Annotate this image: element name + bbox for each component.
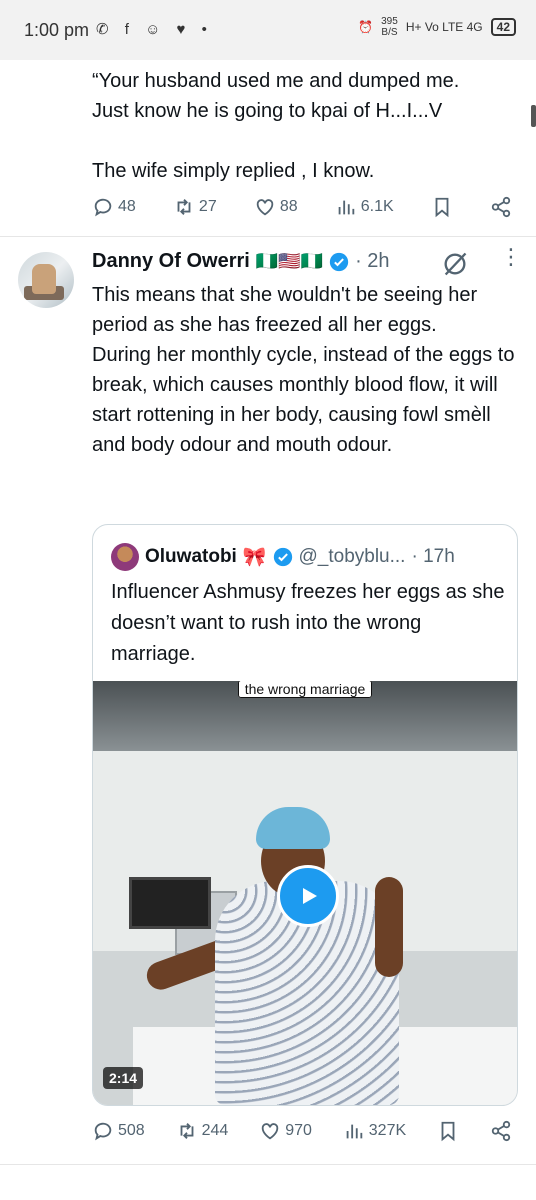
video-duration: 2:14 xyxy=(103,1067,144,1089)
tweet-time[interactable]: · 2h xyxy=(355,250,389,273)
reply-count: 508 xyxy=(118,1122,145,1139)
quoted-tweet[interactable]: Oluwatobi 🎀 @_tobyblu... · 17h Influence… xyxy=(92,524,518,1106)
reply-button[interactable]: 508 xyxy=(92,1120,145,1142)
bookmark-button[interactable] xyxy=(431,196,453,218)
bookmark-icon xyxy=(435,197,449,218)
quoted-author-name[interactable]: Oluwatobi xyxy=(145,546,237,568)
like-button[interactable]: 970 xyxy=(259,1120,312,1142)
verified-icon xyxy=(329,252,349,271)
quoted-time: · 17h xyxy=(411,546,455,567)
retweet-icon xyxy=(177,199,191,215)
retweet-button[interactable]: 244 xyxy=(176,1120,229,1142)
quoted-avatar[interactable] xyxy=(111,543,139,571)
views-button[interactable]: 6.1K xyxy=(335,196,394,218)
share-button[interactable] xyxy=(490,1120,512,1142)
views-count: 6.1K xyxy=(360,198,394,215)
avatar-figure xyxy=(32,264,56,294)
quoted-handle: @_tobyblu... xyxy=(298,546,406,567)
views-count: 327K xyxy=(368,1122,407,1139)
play-icon xyxy=(303,888,317,904)
play-button[interactable] xyxy=(277,865,339,927)
more-icon[interactable]: ⋮ xyxy=(500,246,522,268)
retweet-button[interactable]: 27 xyxy=(173,196,217,218)
previous-tweet-text: “Your husband used me and dumped me. Jus… xyxy=(92,70,460,182)
avatar[interactable] xyxy=(18,252,74,308)
network-speed: 395 B/S xyxy=(381,16,398,38)
like-count: 970 xyxy=(285,1122,312,1139)
author-name[interactable]: Danny Of Owerri xyxy=(92,250,250,273)
previous-tweet-actions: 48 27 88 6.1K xyxy=(92,196,512,218)
like-icon xyxy=(261,1123,279,1140)
views-button[interactable]: 327K xyxy=(343,1120,406,1142)
share-button[interactable] xyxy=(490,196,512,218)
retweet-count: 244 xyxy=(201,1122,229,1139)
tweet-text: This means that she wouldn't be seeing h… xyxy=(92,284,515,456)
notification-icons: ✆ f ☺ ♥ • xyxy=(96,21,213,38)
reply-icon xyxy=(94,198,112,217)
video-player[interactable]: the wrong marriage 2:14 xyxy=(93,681,517,1105)
author-flags: 🇳🇬🇺🇸🇳🇬 xyxy=(255,251,324,271)
like-icon xyxy=(256,199,274,216)
verified-icon xyxy=(273,547,292,567)
quoted-header: Oluwatobi 🎀 @_tobyblu... · 17h xyxy=(111,543,455,571)
views-icon xyxy=(338,200,355,215)
reply-button[interactable]: 48 xyxy=(92,196,136,218)
network-speed-unit: B/S xyxy=(381,27,398,38)
grok-icon[interactable] xyxy=(441,250,469,278)
share-icon xyxy=(491,1120,511,1142)
bookmark-button[interactable] xyxy=(437,1120,459,1142)
tweet-actions: 508 244 970 327K xyxy=(92,1120,512,1142)
tweet-divider xyxy=(0,1164,536,1165)
retweet-count: 27 xyxy=(198,198,217,215)
video-monitor xyxy=(129,877,211,929)
reply-icon xyxy=(94,1122,112,1141)
status-bar: 1:00 pm ✆ f ☺ ♥ • ⏰ 395 B/S H+ Vo LTE 4G… xyxy=(0,0,536,60)
tweet-divider xyxy=(0,236,536,237)
share-icon xyxy=(491,196,511,218)
like-count: 88 xyxy=(279,198,298,215)
video-arm-right xyxy=(375,877,403,977)
like-button[interactable]: 88 xyxy=(254,196,298,218)
video-caption: the wrong marriage xyxy=(93,681,517,699)
status-time: 1:00 pm xyxy=(24,20,90,40)
bookmark-icon xyxy=(441,1121,455,1142)
quoted-text: Influencer Ashmusy freezes her eggs as s… xyxy=(111,581,505,665)
battery-level: 42 xyxy=(490,18,516,36)
alarm-icon: ⏰ xyxy=(358,20,374,34)
video-caption-text: the wrong marriage xyxy=(237,681,373,698)
network-speed-value: 395 xyxy=(381,16,398,27)
views-icon xyxy=(346,1124,363,1139)
status-right: ⏰ 395 B/S H+ Vo LTE 4G 42 xyxy=(358,16,516,38)
tweet-header: Danny Of Owerri 🇳🇬🇺🇸🇳🇬 · 2h xyxy=(92,250,390,273)
retweet-icon xyxy=(180,1123,194,1139)
reply-count: 48 xyxy=(118,198,136,215)
scrollbar[interactable] xyxy=(531,105,536,127)
network-label: H+ Vo LTE 4G xyxy=(405,20,483,34)
ribbon-emoji: 🎀 xyxy=(242,547,267,568)
